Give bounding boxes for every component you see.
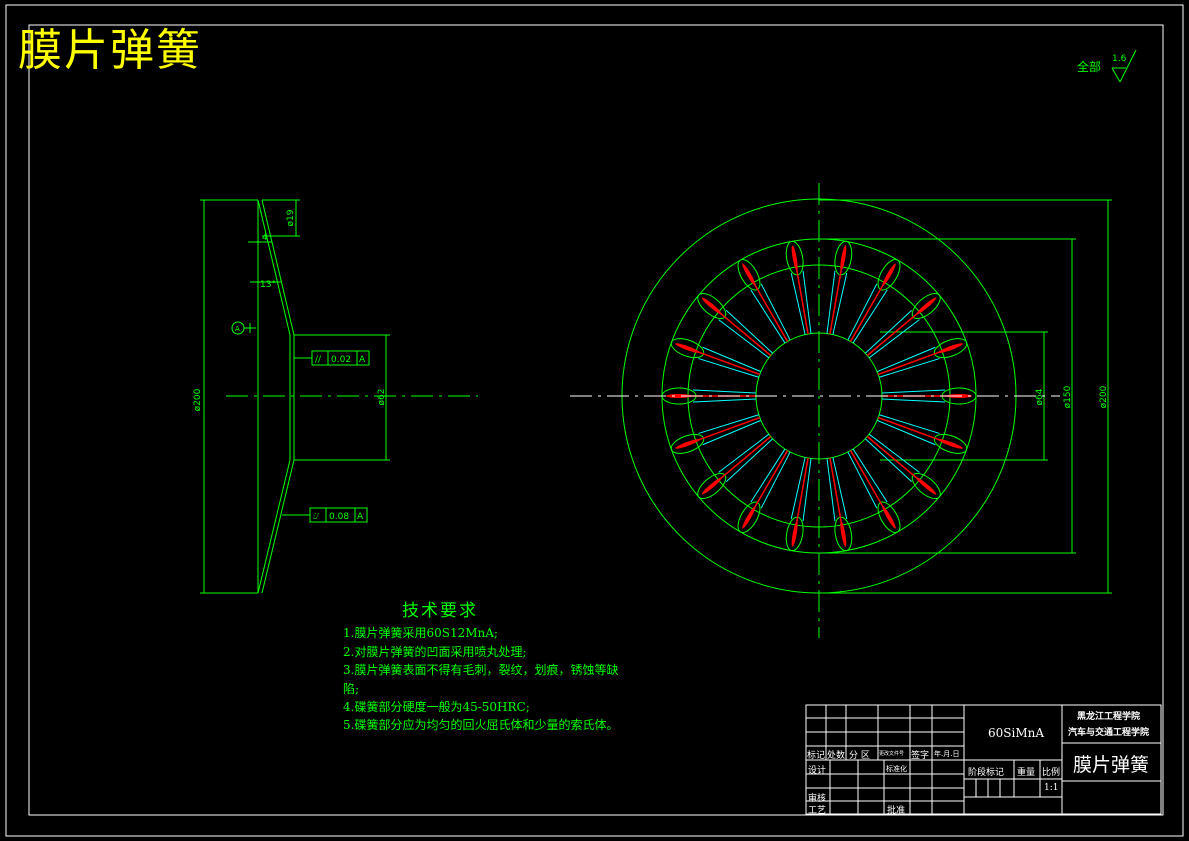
tech-requirements-title: 技术要求 (402, 601, 478, 621)
label-scale: 比例 (1042, 768, 1061, 778)
finger-slot (826, 240, 853, 335)
requirement-1: 1.膜片弹簧采用60S12MnA; (343, 626, 498, 640)
scale-value: 1:1 (1044, 783, 1059, 793)
tolerance-1-value: 0.02 (331, 355, 351, 365)
material-label: 60SiMnA (988, 726, 1045, 740)
requirement-3: 3.膜片弹簧表面不得有毛刺，裂纹，划痕，锈蚀等缺 (343, 663, 619, 677)
finger-slot (785, 457, 812, 552)
requirement-2: 2.对膜片弹簧的凹面采用喷丸处理; (343, 645, 527, 659)
finger-slot (826, 457, 853, 552)
label-process: 工艺 (808, 806, 827, 816)
school-name: 黑龙江工程学院 (1077, 712, 1141, 722)
drawing-sheet: ø200 ø62 ø19 4 13° A // 0.02 A ⌰ 0.08 A … (5, 4, 1184, 837)
roughness-label: 全部 (1077, 58, 1101, 75)
label-approve: 批准 (887, 806, 906, 816)
header-zone: 分 区 (849, 751, 870, 761)
drawing-title: 膜片弹簧 (18, 25, 202, 76)
header-change-doc: 更改文件号 (879, 751, 905, 757)
tolerance-2-datum: A (357, 512, 364, 522)
tolerance-1-datum: A (359, 355, 366, 365)
side-dim-d62: ø62 (377, 389, 387, 406)
roughness-value: 1.6 (1112, 54, 1127, 64)
label-weight: 重量 (1017, 768, 1036, 778)
label-design: 设计 (808, 766, 827, 776)
header-date: 年.月.日 (934, 750, 960, 758)
requirement-3-cont: 陷; (343, 682, 360, 696)
side-dim-d200: ø200 (193, 388, 203, 411)
inner-border (28, 24, 1164, 816)
header-mark: 标记 (807, 751, 826, 761)
front-dim-d150: ø150 (1063, 385, 1073, 408)
outer-border (5, 4, 1184, 837)
side-dim-angle: 13° (260, 280, 276, 290)
label-stage-mark: 阶段标记 (968, 768, 1005, 778)
front-dim-d64: ø64 (1035, 388, 1045, 405)
front-dim-d200: ø200 (1099, 385, 1109, 408)
side-dim-thickness: 4 (262, 233, 268, 243)
requirement-5: 5.碟簧部分应为均匀的回火屈氏体和少量的索氏体。 (343, 718, 619, 732)
department-name: 汽车与交通工程学院 (1068, 728, 1150, 738)
tolerance-1-symbol: // (315, 355, 322, 365)
header-count: 处数 (827, 751, 846, 761)
datum-letter: A (235, 325, 240, 333)
part-name: 膜片弹簧 (1073, 754, 1150, 776)
side-dim-d19: ø19 (286, 209, 296, 226)
tolerance-2-symbol: ⌰ (313, 512, 319, 522)
header-sign: 签字 (911, 751, 930, 761)
roughness-all-label: 全部 (1077, 60, 1102, 74)
requirement-4: 4.碟簧部分硬度一般为45-50HRC; (343, 700, 530, 714)
label-standardization: 标准化 (886, 765, 907, 773)
finger-slot (785, 240, 812, 335)
tolerance-2-value: 0.08 (329, 512, 349, 522)
